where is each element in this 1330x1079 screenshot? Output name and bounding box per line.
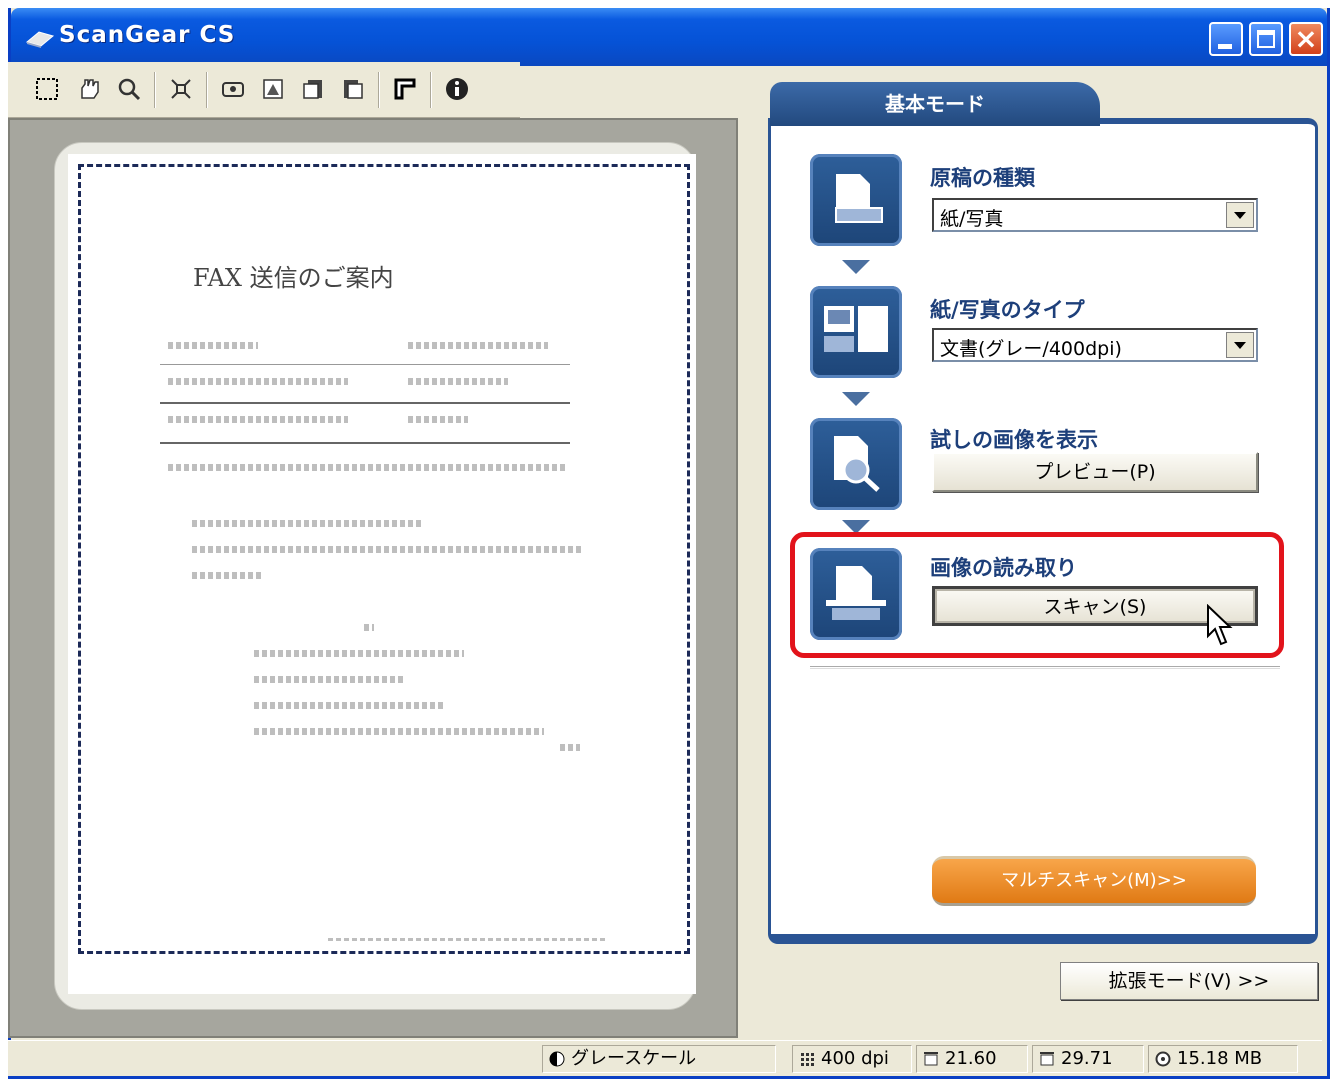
step-arrow-icon: [842, 260, 870, 274]
step-arrow-icon: [842, 392, 870, 406]
crop-fit-icon[interactable]: [166, 74, 196, 104]
preview-doc-title: FAX 送信のご案内: [193, 264, 394, 292]
chevron-down-icon[interactable]: [1226, 202, 1254, 228]
rotate-left-icon[interactable]: [298, 74, 328, 104]
paper-type-select[interactable]: 文書(グレー/400dpi): [932, 328, 1258, 362]
zoom-icon[interactable]: [114, 74, 144, 104]
hand-icon[interactable]: [74, 74, 104, 104]
doc-text-line: [408, 378, 508, 385]
width-icon: [924, 1052, 938, 1066]
maximize-icon: [1257, 30, 1275, 48]
preview-toolbar: [8, 62, 520, 118]
status-width: 21.60: [916, 1045, 1028, 1073]
doc-text-line: [168, 342, 258, 349]
doc-text-line: [254, 702, 444, 709]
status-bar: グレースケール 400 dpi 21.60 29.71 15.18 MB: [8, 1040, 1322, 1076]
toolbar-separator: [378, 72, 380, 108]
step-label-paper-type: 紙/写真のタイプ: [930, 298, 1085, 322]
grayscale-icon: [549, 1051, 565, 1067]
chevron-down-icon[interactable]: [1226, 332, 1254, 358]
close-button[interactable]: ×: [1289, 22, 1323, 56]
minimize-icon: [1218, 44, 1232, 49]
paper-type-value: 文書(グレー/400dpi): [940, 338, 1122, 360]
preview-button[interactable]: プレビュー(P): [932, 452, 1258, 492]
doc-text-line: [192, 520, 422, 527]
document-type-value: 紙/写真: [940, 208, 1004, 230]
doc-text-line: [168, 464, 568, 471]
height-icon: [1040, 1052, 1054, 1066]
doc-text-line: [254, 650, 464, 657]
select-icon[interactable]: [32, 74, 62, 104]
tab-basic-mode[interactable]: 基本モード: [770, 82, 1100, 126]
scan-step-highlight: [790, 532, 1284, 658]
multi-scan-button[interactable]: マルチスキャン(M)>>: [932, 856, 1256, 906]
maximize-button[interactable]: [1249, 22, 1283, 56]
data-size-icon: [1155, 1051, 1171, 1067]
frame-icon[interactable]: [390, 74, 420, 104]
doc-rule: [160, 442, 570, 444]
preview-area[interactable]: FAX 送信のご案内: [8, 118, 738, 1038]
doc-text-line: [168, 378, 348, 385]
doc-rule: [160, 402, 570, 404]
rotate-right-icon[interactable]: [338, 74, 368, 104]
invert-icon[interactable]: [258, 74, 288, 104]
status-data-size: 15.18 MB: [1148, 1045, 1298, 1073]
status-color-mode: グレースケール: [542, 1045, 776, 1073]
toolbar-separator: [430, 72, 432, 108]
title-bar[interactable]: ScanGear CS ×: [11, 8, 1327, 66]
doc-rule: [160, 364, 570, 365]
document-type-select[interactable]: 紙/写真: [932, 198, 1258, 232]
doc-text-line: [364, 624, 374, 631]
paper-type-icon: [810, 286, 902, 378]
doc-text-line: [168, 416, 348, 423]
preview-step-icon: [810, 418, 902, 510]
resolution-icon: [801, 1053, 814, 1066]
info-icon[interactable]: [442, 74, 472, 104]
auto-crop-icon[interactable]: [218, 74, 248, 104]
status-resolution: 400 dpi: [792, 1045, 912, 1073]
doc-text-line: [254, 728, 544, 735]
toolbar-separator: [206, 72, 208, 108]
minimize-button[interactable]: [1209, 22, 1243, 56]
advanced-mode-button[interactable]: 拡張モード(V) >>: [1060, 962, 1318, 1000]
panel-divider: [810, 666, 1280, 669]
doc-text-line: [192, 546, 582, 553]
doc-text-line: [192, 572, 262, 579]
toolbar-separator: [154, 72, 156, 108]
doc-text-line: [254, 676, 404, 683]
step-label-preview: 試しの画像を表示: [930, 428, 1098, 452]
scanner-app-icon: [25, 31, 55, 48]
close-icon: ×: [1294, 22, 1318, 55]
doc-text-line: [328, 938, 608, 941]
document-type-icon: [810, 154, 902, 246]
window-title: ScanGear CS: [59, 22, 236, 48]
doc-text-line: [408, 342, 548, 349]
step-label-document-type: 原稿の種類: [930, 166, 1035, 190]
doc-text-line: [408, 416, 468, 423]
doc-text-line: [560, 744, 580, 751]
status-height: 29.71: [1032, 1045, 1144, 1073]
